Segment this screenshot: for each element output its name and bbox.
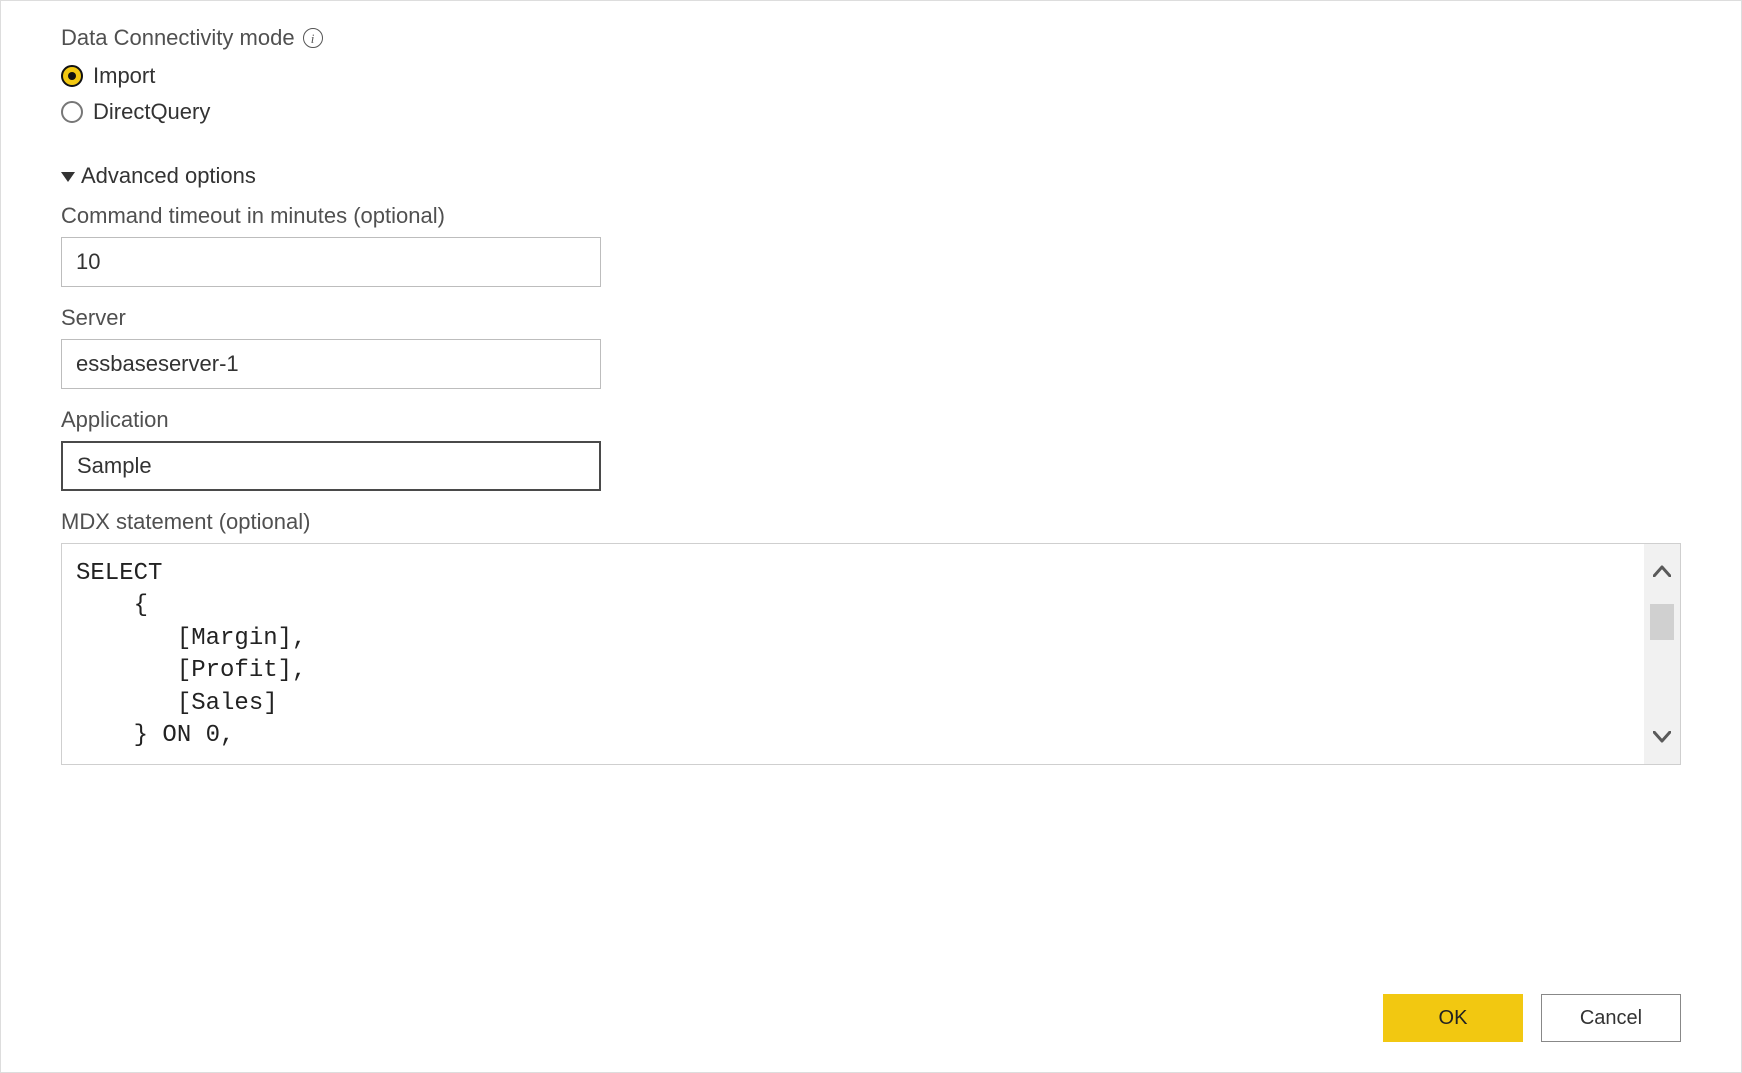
radio-icon-selected (61, 65, 83, 87)
connector-dialog: Data Connectivity mode i Import DirectQu… (0, 0, 1742, 1073)
application-input[interactable] (61, 441, 601, 491)
scroll-down-icon[interactable] (1644, 710, 1680, 764)
mdx-textarea[interactable] (62, 544, 1644, 764)
triangle-expanded-icon (61, 172, 75, 182)
advanced-options-expander[interactable]: Advanced options (61, 163, 1681, 189)
application-label: Application (61, 407, 1681, 433)
radio-import-label: Import (93, 63, 155, 89)
connectivity-heading-row: Data Connectivity mode i (61, 25, 1681, 51)
field-application: Application (61, 407, 1681, 491)
server-label: Server (61, 305, 1681, 331)
radio-directquery[interactable]: DirectQuery (61, 99, 1681, 125)
dialog-footer: OK Cancel (61, 954, 1681, 1042)
connectivity-radio-group: Import DirectQuery (61, 63, 1681, 135)
field-server: Server (61, 305, 1681, 389)
ok-button[interactable]: OK (1383, 994, 1523, 1042)
mdx-scrollbar[interactable] (1644, 544, 1680, 764)
radio-icon-unselected (61, 101, 83, 123)
timeout-input[interactable] (61, 237, 601, 287)
cancel-button[interactable]: Cancel (1541, 994, 1681, 1042)
mdx-label: MDX statement (optional) (61, 509, 1681, 535)
info-icon[interactable]: i (303, 28, 323, 48)
field-mdx: MDX statement (optional) (61, 509, 1681, 765)
scroll-thumb[interactable] (1650, 604, 1674, 640)
scroll-track[interactable] (1644, 598, 1680, 710)
server-input[interactable] (61, 339, 601, 389)
field-timeout: Command timeout in minutes (optional) (61, 203, 1681, 287)
radio-directquery-label: DirectQuery (93, 99, 210, 125)
timeout-label: Command timeout in minutes (optional) (61, 203, 1681, 229)
radio-import[interactable]: Import (61, 63, 1681, 89)
mdx-textarea-wrap (61, 543, 1681, 765)
connectivity-heading: Data Connectivity mode (61, 25, 295, 51)
scroll-up-icon[interactable] (1644, 544, 1680, 598)
radio-dot-icon (68, 72, 76, 80)
advanced-options-label: Advanced options (81, 163, 256, 189)
